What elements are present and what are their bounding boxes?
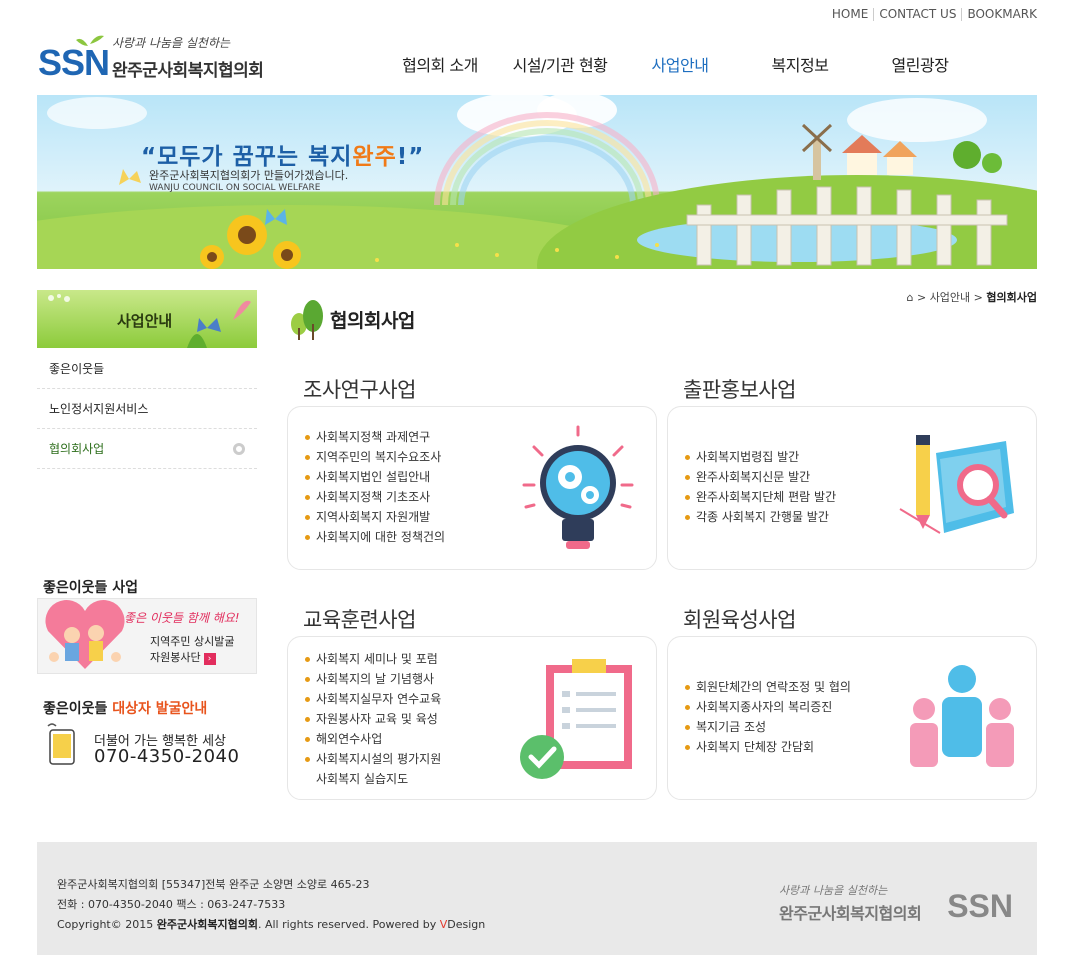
list-item: 사회복지실무자 연수교육 xyxy=(305,689,441,709)
section-title-research: 조사연구사업 xyxy=(303,378,416,402)
good-neighbors-slogan: 좋은 이웃들 함께 해요! xyxy=(124,611,240,625)
card-education: 사회복지 세미나 및 포럼 사회복지의 날 기념행사 사회복지실무자 연수교육 … xyxy=(287,636,657,800)
section-title-education: 교육훈련사업 xyxy=(303,608,416,632)
list-item: 사회복지법인 설립안내 xyxy=(305,467,445,487)
arrow-right-icon: › xyxy=(203,653,216,665)
guide-title: 좋은이웃들 대상자 발굴안내 xyxy=(43,701,208,717)
sidebar-menu: 좋은이웃들 노인정서지원서비스 협의회사업 xyxy=(37,349,257,469)
sidebar-item-good-neighbors[interactable]: 좋은이웃들 xyxy=(37,349,257,389)
sidebar-item-label: 협의회사업 xyxy=(49,442,105,456)
section-title-publishing: 출판홍보사업 xyxy=(683,378,796,402)
main-nav: 협의회 소개 시설/기관 현황 사업안내 복지정보 열린광장 xyxy=(380,52,980,76)
card-publishing: 사회복지법령집 발간 완주사회복지신문 발간 완주사회복지단체 편람 발간 각종… xyxy=(667,406,1037,570)
sidebar-title: 사업안내 xyxy=(117,312,173,330)
good-neighbors-line1: 지역주민 상시발굴 xyxy=(150,635,235,648)
page-title: 협의회사업 xyxy=(330,310,415,332)
sidebar-item-label: 좋은이웃들 xyxy=(49,362,105,376)
list-item: 사회복지시설의 평가지원 xyxy=(305,749,441,769)
utility-nav: HOME CONTACT US BOOKMARK xyxy=(827,8,1037,21)
sidebar-item-senior-emotional-support[interactable]: 노인정서지원서비스 xyxy=(37,389,257,429)
nav-facilities[interactable]: 시설/기관 현황 xyxy=(500,52,620,76)
list-item: 지역주민의 복지수요조사 xyxy=(305,447,445,467)
list-item: 사회복지정책 과제연구 xyxy=(305,427,445,447)
phone-icon xyxy=(47,723,75,765)
list-item: 회원단체간의 연락조정 및 협의 xyxy=(685,677,851,697)
footer-logo-name: 완주군사회복지협의회 xyxy=(779,904,922,923)
footer-logo-tagline: 사랑과 나눔을 실천하는 xyxy=(779,884,888,897)
sidebar-item-council-business[interactable]: 협의회사업 xyxy=(37,429,257,469)
good-neighbors-banner[interactable]: 좋은 이웃들 함께 해요! 지역주민 상시발굴 자원봉사단 › xyxy=(37,598,257,674)
footer-logo-ssn: SSN xyxy=(947,888,1013,924)
list-item: 지역사회복지 자원개발 xyxy=(305,507,445,527)
site-logo[interactable]: SSN 사랑과 나눔을 실천하는 완주군사회복지협의회 xyxy=(38,34,278,83)
list-item: 사회복지 단체장 간담회 xyxy=(685,737,851,757)
breadcrumb: ⌂ > 사업안내 > 협의회사업 xyxy=(906,289,1037,305)
logo-ssn: SSN xyxy=(38,42,110,83)
list-item: 완주사회복지단체 편람 발간 xyxy=(685,487,836,507)
nav-open-square[interactable]: 열린광장 xyxy=(860,52,980,76)
list-item: 각종 사회복지 간행물 발간 xyxy=(685,507,836,527)
sidebar-header: 사업안내 xyxy=(37,290,257,348)
card-members: 회원단체간의 연락조정 및 협의 사회복지종사자의 복리증진 복지기금 조성 사… xyxy=(667,636,1037,800)
list-item: 사회복지정책 기초조사 xyxy=(305,487,445,507)
list-item: 사회복지종사자의 복리증진 xyxy=(685,697,851,717)
list-item: 자원봉사자 교육 및 육성 xyxy=(305,709,441,729)
publishing-list: 사회복지법령집 발간 완주사회복지신문 발간 완주사회복지단체 편람 발간 각종… xyxy=(685,447,836,527)
list-item: 해외연수사업 xyxy=(305,729,441,749)
nav-business[interactable]: 사업안내 xyxy=(620,52,740,76)
banner-subtitle: 완주군사회복지협의회가 만들어가겠습니다. xyxy=(149,169,349,182)
active-dot-icon xyxy=(233,443,245,455)
list-item: 복지기금 조성 xyxy=(685,717,851,737)
banner-slogan: “모두가 꿈꾸는 복지완주!” xyxy=(141,144,425,170)
breadcrumb-parent[interactable]: 사업안내 xyxy=(930,291,970,304)
contact-us-link[interactable]: CONTACT US xyxy=(873,8,961,21)
heart-family-illustration xyxy=(45,599,125,669)
nav-welfare-info[interactable]: 복지정보 xyxy=(740,52,860,76)
list-item: 사회복지의 날 기념행사 xyxy=(305,669,441,689)
breadcrumb-current: 협의회사업 xyxy=(986,291,1037,304)
good-neighbors-line2: 자원봉사단 › xyxy=(150,649,216,665)
tree-icon xyxy=(291,300,323,340)
research-list: 사회복지정책 과제연구 지역주민의 복지수요조사 사회복지법인 설립안내 사회복… xyxy=(305,427,445,547)
footer-contact: 전화 : 070-4350-2040 팩스 : 063-247-7533 xyxy=(57,898,286,911)
hero-banner: “모두가 꿈꾸는 복지완주!” 완주군사회복지협의회가 만들어가겠습니다. WA… xyxy=(37,95,1037,269)
list-item: 사회복지법령집 발간 xyxy=(685,447,836,467)
education-list: 사회복지 세미나 및 포럼 사회복지의 날 기념행사 사회복지실무자 연수교육 … xyxy=(305,649,441,789)
section-title-members: 회원육성사업 xyxy=(683,608,796,632)
good-neighbors-title: 좋은이웃들 사업 xyxy=(43,580,139,596)
banner-english-name: WANJU COUNCIL ON SOCIAL WELFARE xyxy=(149,183,321,193)
members-list: 회원단체간의 연락조정 및 협의 사회복지종사자의 복리증진 복지기금 조성 사… xyxy=(685,677,851,757)
breadcrumb-separator: > xyxy=(973,291,983,304)
guide-phone-number: 070-4350-2040 xyxy=(94,746,240,767)
book-magnifier-icon xyxy=(899,435,1014,534)
bookmark-link[interactable]: BOOKMARK xyxy=(961,8,1037,21)
breadcrumb-separator: > xyxy=(916,291,927,304)
list-item: 사회복지에 대한 정책건의 xyxy=(305,527,445,547)
footer: 완주군사회복지협의회 [55347]전북 완주군 소양면 소양로 465-23 … xyxy=(37,842,1037,955)
list-item: 완주사회복지신문 발간 xyxy=(685,467,836,487)
sidebar-item-label: 노인정서지원서비스 xyxy=(49,402,149,416)
list-item: 사회복지 세미나 및 포럼 xyxy=(305,649,441,669)
logo-name: 완주군사회복지협의회 xyxy=(112,61,264,81)
footer-copyright: Copyright© 2015 완주군사회복지협의회. All rights r… xyxy=(57,918,486,931)
logo-tagline: 사랑과 나눔을 실천하는 xyxy=(112,36,231,50)
footer-logo: 사랑과 나눔을 실천하는 완주군사회복지협의회 SSN xyxy=(773,880,1013,930)
lightbulb-gear-icon xyxy=(522,425,634,549)
clipboard-check-icon xyxy=(520,659,632,779)
footer-address: 완주군사회복지협의회 [55347]전북 완주군 소양면 소양로 465-23 xyxy=(57,878,370,891)
card-research: 사회복지정책 과제연구 지역주민의 복지수요조사 사회복지법인 설립안내 사회복… xyxy=(287,406,657,570)
nav-about[interactable]: 협의회 소개 xyxy=(380,52,500,76)
home-icon[interactable]: ⌂ xyxy=(906,291,913,304)
list-item: 사회복지 실습지도 xyxy=(316,772,409,786)
people-group-icon xyxy=(910,665,1014,767)
home-link[interactable]: HOME xyxy=(827,8,873,21)
